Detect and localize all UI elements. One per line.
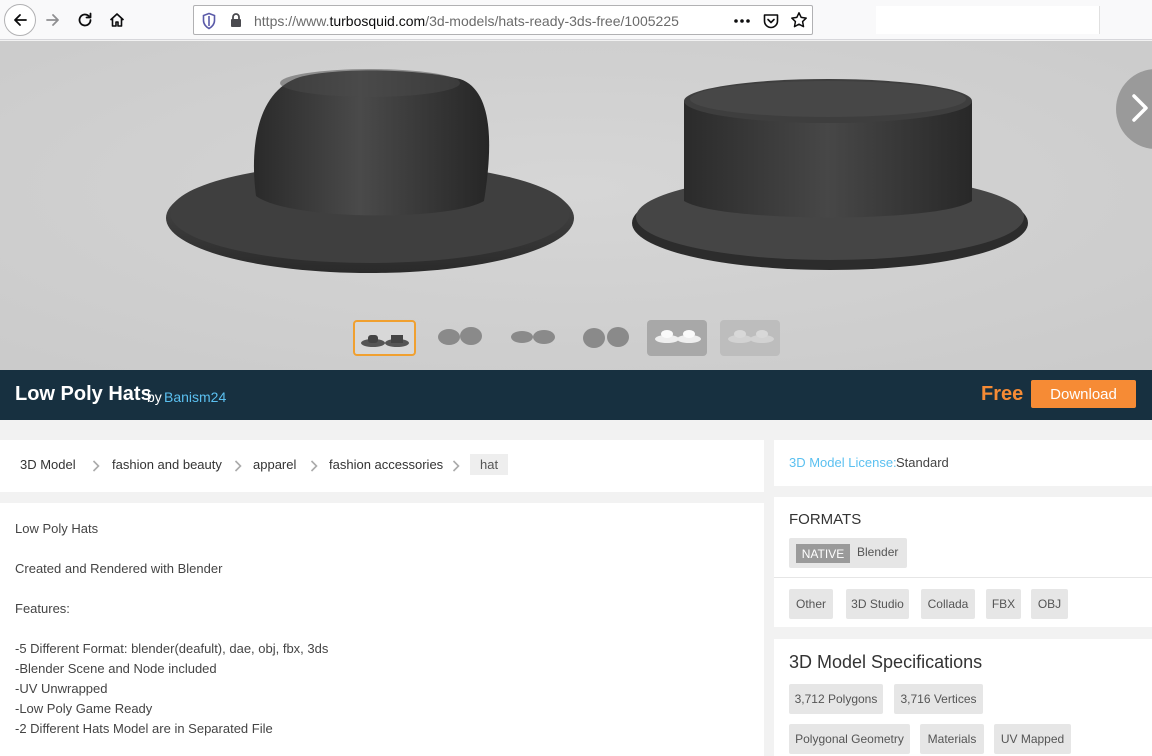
thumbnail-2-image [438, 327, 482, 345]
formats-heading: FORMATS [789, 511, 862, 528]
formats-panel: FORMATS NATIVE Blender Other 3D Studio C… [774, 497, 1152, 627]
format-chip[interactable]: OBJ [1031, 589, 1068, 619]
thumbnail-4-image [583, 327, 629, 348]
reload-button[interactable] [69, 4, 101, 36]
thumbnail-3-image [511, 330, 555, 344]
thumbnail-3[interactable] [507, 320, 559, 356]
back-button[interactable] [4, 4, 36, 36]
description-line: -2 Different Hats Model are in Separated… [15, 721, 273, 736]
back-arrow-icon [14, 14, 27, 26]
url-text[interactable]: https://www.turbosquid.com/3d-models/hat… [254, 13, 679, 29]
tracking-shield-icon[interactable] [201, 12, 217, 30]
home-icon [109, 13, 125, 27]
spec-chip[interactable]: Polygonal Geometry [789, 724, 910, 754]
chevron-right-icon [310, 460, 318, 472]
spec-chip[interactable]: Materials [920, 724, 984, 754]
lock-icon[interactable] [229, 12, 243, 28]
product-title: Low Poly Hats [15, 383, 152, 405]
chevron-right-icon [234, 460, 242, 472]
product-image-viewer[interactable] [0, 41, 1152, 370]
toolbar-divider [1099, 6, 1100, 34]
thumbnail-strip [352, 320, 792, 360]
thumbnail-1-image [361, 335, 409, 347]
chevron-right-icon [1132, 94, 1148, 122]
url-bar[interactable]: https://www.turbosquid.com/3d-models/hat… [193, 5, 813, 35]
specifications-panel: 3D Model Specifications 3,712 Polygons 3… [774, 639, 1152, 756]
thumbnail-4[interactable] [580, 320, 632, 356]
thumbnail-6[interactable] [720, 320, 780, 356]
more-actions-icon[interactable] [732, 12, 752, 30]
forward-arrow-icon [46, 14, 59, 26]
chevron-right-icon [92, 460, 100, 472]
pocket-icon[interactable] [762, 12, 780, 30]
bookmark-star-icon[interactable] [790, 11, 808, 29]
spec-chip[interactable]: 3,712 Polygons [789, 684, 883, 714]
description-line: -5 Different Format: blender(deafult), d… [15, 641, 329, 656]
description-line: -Low Poly Game Ready [15, 701, 153, 716]
thumbnail-2[interactable] [434, 320, 486, 356]
native-tag: NATIVE [796, 544, 850, 563]
breadcrumb-current[interactable]: hat [470, 454, 509, 475]
spec-chip[interactable]: UV Mapped [994, 724, 1071, 754]
url-path: /3d-models/hats-ready-3ds-free/1005225 [425, 13, 679, 29]
description-line: -Blender Scene and Node included [15, 661, 217, 676]
by-label: by [147, 389, 162, 405]
format-chip[interactable]: Other [789, 589, 833, 619]
description-line: -UV Unwrapped [15, 681, 108, 696]
native-format-name: Blender [857, 545, 899, 559]
format-chip[interactable]: Collada [921, 589, 975, 619]
thumbnail-5[interactable] [647, 320, 707, 356]
product-description: Low Poly Hats Created and Rendered with … [0, 503, 764, 756]
home-button[interactable] [101, 4, 133, 36]
breadcrumb-item[interactable]: apparel [253, 457, 296, 472]
format-chip[interactable]: FBX [986, 589, 1021, 619]
author-link[interactable]: Banism24 [164, 389, 226, 405]
license-link[interactable]: 3D Model License: [789, 455, 897, 470]
url-prefix: https://www. [254, 13, 330, 29]
download-button[interactable]: Download [1031, 380, 1136, 408]
price-label: Free [981, 383, 1024, 405]
license-value: Standard [896, 455, 949, 470]
breadcrumb-item[interactable]: 3D Model [20, 457, 76, 472]
product-title-bar: Low Poly Hats by Banism24 Free Download [0, 370, 1152, 420]
license-panel: 3D Model License: Standard [774, 440, 1152, 486]
breadcrumb-item[interactable]: fashion and beauty [112, 457, 222, 472]
thumbnail-6-image [728, 330, 774, 343]
breadcrumb: 3D Model fashion and beauty apparel fash… [0, 440, 764, 492]
native-format-chip[interactable]: NATIVE Blender [789, 538, 907, 568]
description-line: Low Poly Hats [15, 521, 99, 536]
forward-button[interactable] [37, 4, 69, 36]
thumbnail-5-image [655, 330, 701, 343]
thumbnail-1[interactable] [353, 320, 416, 356]
description-line: Features: [15, 601, 70, 616]
spec-chip[interactable]: 3,716 Vertices [894, 684, 983, 714]
format-chip[interactable]: 3D Studio [846, 589, 909, 619]
description-line: Created and Rendered with Blender [15, 561, 223, 576]
reload-icon [78, 12, 92, 27]
formats-divider [774, 577, 1152, 578]
chevron-right-icon [452, 460, 460, 472]
toolbar-empty-area [876, 6, 1100, 34]
specifications-heading: 3D Model Specifications [789, 652, 983, 672]
breadcrumb-item[interactable]: fashion accessories [329, 457, 443, 472]
browser-toolbar: https://www.turbosquid.com/3d-models/hat… [0, 0, 1152, 40]
url-domain: turbosquid.com [329, 13, 426, 29]
